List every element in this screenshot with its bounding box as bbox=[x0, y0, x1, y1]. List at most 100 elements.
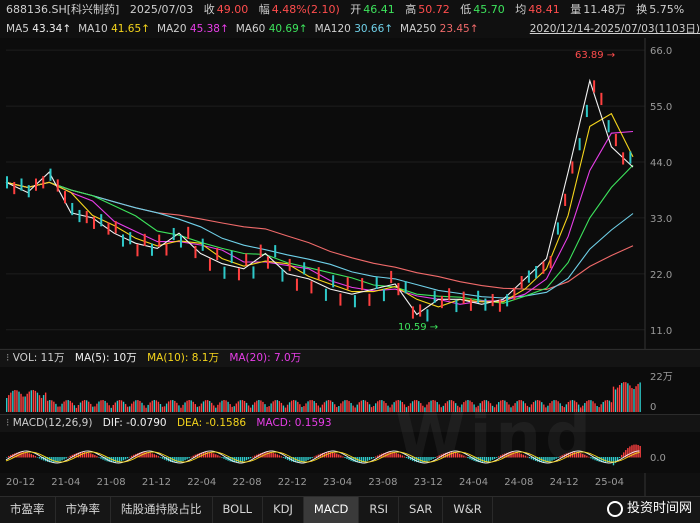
macd-bar bbox=[346, 457, 348, 459]
vol-bar bbox=[6, 398, 8, 412]
macd-bar bbox=[272, 452, 274, 458]
candle bbox=[92, 216, 95, 229]
vol-bar bbox=[90, 403, 92, 412]
macd-bar bbox=[122, 457, 125, 461]
candle bbox=[535, 266, 538, 279]
macd-bar bbox=[280, 456, 283, 458]
macd-bar bbox=[252, 456, 254, 458]
vol-bar bbox=[71, 402, 73, 412]
vol-bar bbox=[174, 400, 176, 412]
x-tick: 22-12 bbox=[277, 477, 307, 488]
candle bbox=[179, 235, 182, 248]
macd-bar bbox=[161, 457, 164, 459]
macd-bar bbox=[307, 457, 309, 461]
tab-rsi[interactable]: RSI bbox=[359, 497, 400, 523]
macd-bar bbox=[124, 457, 127, 460]
macd-dif: DIF: -0.0790 bbox=[102, 417, 167, 429]
candle bbox=[245, 253, 248, 266]
x-tick: 21-04 bbox=[51, 477, 81, 488]
vol-bar bbox=[57, 406, 59, 412]
candle bbox=[593, 80, 596, 93]
macd-bar bbox=[372, 457, 375, 459]
tab-kdj[interactable]: KDJ bbox=[263, 497, 304, 523]
macd-bar bbox=[20, 452, 22, 458]
vol-bar bbox=[44, 392, 47, 412]
vol-bar bbox=[120, 400, 123, 412]
vol-bar bbox=[32, 390, 35, 412]
macd-bar bbox=[143, 452, 145, 458]
vol-bar bbox=[260, 400, 262, 412]
candle bbox=[556, 222, 559, 235]
candle bbox=[600, 92, 603, 106]
candle bbox=[361, 278, 364, 291]
vol-bar bbox=[270, 403, 272, 412]
candle bbox=[571, 161, 574, 174]
x-tick: 24-12 bbox=[549, 477, 579, 488]
tab-sar[interactable]: SAR bbox=[399, 497, 444, 523]
vol-bar bbox=[10, 392, 12, 412]
vol-bar bbox=[223, 400, 225, 412]
vol-bar bbox=[342, 401, 344, 412]
vol-bar bbox=[311, 400, 313, 412]
candle bbox=[332, 275, 335, 288]
macd-bar bbox=[120, 457, 123, 462]
macd-bar bbox=[30, 454, 32, 458]
vol-bar bbox=[96, 403, 98, 412]
vol-bar bbox=[106, 402, 108, 412]
tab-w-r[interactable]: W&R bbox=[443, 497, 493, 523]
macd-bar bbox=[282, 457, 285, 458]
macd-bar bbox=[65, 457, 67, 459]
vol-bar bbox=[14, 390, 16, 412]
candle bbox=[426, 309, 429, 322]
vol-bar bbox=[131, 403, 133, 412]
vol-bar bbox=[278, 401, 281, 412]
vol-bar bbox=[348, 401, 350, 412]
vol-bar bbox=[356, 404, 358, 412]
vol-bar bbox=[366, 401, 369, 412]
tab-boll[interactable]: BOLL bbox=[213, 497, 264, 523]
vol-axis-top: 22万 bbox=[650, 372, 673, 383]
vol-bar bbox=[172, 400, 174, 412]
tab--[interactable]: 市盈率 bbox=[0, 497, 56, 523]
macd-bar bbox=[243, 457, 246, 461]
candle bbox=[419, 304, 422, 317]
vol-bar bbox=[129, 406, 131, 412]
vol-bar bbox=[346, 400, 348, 412]
vol-bar bbox=[26, 393, 28, 412]
vol-bar bbox=[377, 401, 379, 412]
candle bbox=[411, 306, 414, 319]
candle bbox=[230, 250, 233, 264]
vol-bar bbox=[170, 400, 172, 412]
candle bbox=[339, 293, 342, 306]
tab--[interactable]: 陆股通持股占比 bbox=[111, 497, 213, 523]
macd-bar bbox=[157, 456, 160, 458]
vol-bar bbox=[319, 407, 322, 412]
vol-bar bbox=[247, 405, 250, 412]
tab--[interactable]: 市净率 bbox=[56, 497, 111, 523]
vol-bar bbox=[124, 403, 127, 412]
macd-bar bbox=[90, 453, 92, 458]
macd-bar bbox=[32, 454, 35, 458]
vol-bar bbox=[305, 403, 307, 412]
vol-bar bbox=[67, 400, 69, 412]
vol-bar bbox=[188, 400, 190, 412]
vol-bar bbox=[358, 402, 360, 412]
vol-bar bbox=[274, 400, 276, 412]
macd-bar bbox=[126, 457, 129, 459]
price-tick: 33.0 bbox=[650, 214, 672, 225]
candle bbox=[404, 281, 407, 294]
vol-bar bbox=[53, 401, 55, 412]
price-tick: 55.0 bbox=[650, 102, 672, 113]
vol-bar bbox=[635, 386, 637, 412]
candle bbox=[397, 283, 400, 296]
vol-bar bbox=[331, 401, 334, 412]
candle bbox=[513, 287, 516, 300]
macd-bar bbox=[114, 457, 117, 463]
vol-bar bbox=[596, 405, 598, 412]
macd-bar bbox=[34, 455, 37, 458]
candle bbox=[13, 181, 16, 195]
vol-bar bbox=[165, 403, 168, 412]
vol-bar bbox=[213, 405, 215, 412]
tab-macd[interactable]: MACD bbox=[303, 497, 360, 523]
candle bbox=[158, 234, 161, 247]
